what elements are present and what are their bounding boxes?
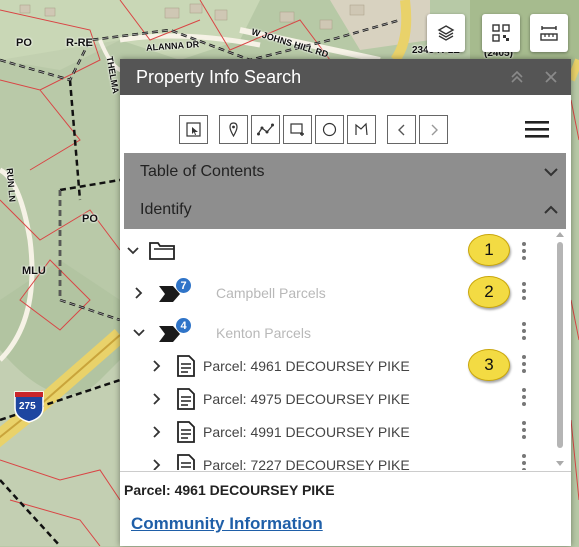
chevron-left-icon xyxy=(397,124,404,135)
chevron-right-icon[interactable] xyxy=(150,392,164,406)
parcel-label: Parcel: 4961 DECOURSEY PIKE xyxy=(203,358,410,374)
more-options-button[interactable] xyxy=(521,454,527,470)
extent-tool-button[interactable] xyxy=(283,115,312,144)
tree-scrollbar[interactable] xyxy=(554,230,566,470)
polygon-icon xyxy=(355,122,368,136)
circle-icon xyxy=(322,122,337,137)
measure-icon xyxy=(540,26,558,41)
point-tool-button[interactable] xyxy=(219,115,248,144)
map-label: R-RE xyxy=(66,37,93,49)
scrollbar-thumb[interactable] xyxy=(557,242,563,448)
next-button[interactable] xyxy=(419,115,448,144)
double-chevron-up-icon xyxy=(511,70,523,83)
document-icon xyxy=(177,355,195,377)
map-label: MLU xyxy=(22,265,46,277)
callout-marker: 2 xyxy=(468,276,510,308)
chevron-right-icon[interactable] xyxy=(150,359,164,373)
scroll-up-arrow-icon[interactable] xyxy=(554,230,566,238)
hamburger-menu-icon[interactable] xyxy=(524,119,550,139)
more-options-button[interactable] xyxy=(521,388,527,410)
measure-button[interactable] xyxy=(530,14,568,52)
layers-button[interactable] xyxy=(427,14,465,52)
parcel-detail: Parcel: 4961 DECOURSEY PIKE Community In… xyxy=(120,471,571,547)
document-icon xyxy=(177,421,195,443)
callout-marker: 3 xyxy=(468,349,510,381)
document-icon xyxy=(177,388,195,410)
collapse-button[interactable] xyxy=(503,63,531,91)
previous-button[interactable] xyxy=(387,115,416,144)
accordion-label: Table of Contents xyxy=(140,163,265,180)
chevron-right-icon xyxy=(431,124,438,135)
parcel-label: Parcel: 7227 DECOURSEY PIKE xyxy=(203,457,410,470)
tree-layer-row[interactable]: 4 Kenton Parcels xyxy=(124,316,554,350)
community-information-link[interactable]: Community Information xyxy=(131,514,323,534)
polygon-tool-button[interactable] xyxy=(347,115,376,144)
parcel-label: Parcel: 4991 DECOURSEY PIKE xyxy=(203,424,410,440)
chevron-right-icon[interactable] xyxy=(150,458,164,470)
tree-parcel-row[interactable]: Parcel: 4975 DECOURSEY PIKE xyxy=(124,382,554,416)
panel-titlebar: Property Info Search xyxy=(120,59,571,95)
qr-code-button[interactable] xyxy=(482,14,520,52)
more-options-button[interactable] xyxy=(521,242,527,264)
accordion-table-of-contents[interactable]: Table of Contents xyxy=(124,153,566,191)
layer-label: Kenton Parcels xyxy=(216,325,311,341)
result-count-badge: 4 xyxy=(176,318,191,333)
select-tool-button[interactable] xyxy=(179,115,208,144)
accordion-label: Identify xyxy=(140,201,192,218)
tree-parcel-row[interactable]: Parcel: 7227 DECOURSEY PIKE xyxy=(124,448,554,470)
layer-label: Campbell Parcels xyxy=(216,285,326,301)
interstate-label: 275 xyxy=(19,401,36,412)
polyline-tool-button[interactable] xyxy=(251,115,280,144)
select-icon xyxy=(186,122,201,137)
tree-parcel-row[interactable]: Parcel: 4991 DECOURSEY PIKE xyxy=(124,415,554,449)
parcel-detail-title: Parcel: 4961 DECOURSEY PIKE xyxy=(124,482,335,498)
extent-icon xyxy=(290,123,304,136)
chevron-down-icon[interactable] xyxy=(132,326,146,340)
point-icon xyxy=(229,122,238,137)
panel-title: Property Info Search xyxy=(136,66,302,87)
accordion-identify[interactable]: Identify xyxy=(124,191,566,229)
qr-code-icon xyxy=(492,24,510,42)
more-options-button[interactable] xyxy=(521,421,527,443)
callout-marker: 1 xyxy=(468,234,510,266)
close-button[interactable] xyxy=(537,63,565,91)
chevron-right-icon[interactable] xyxy=(150,425,164,439)
chevron-down-icon xyxy=(536,167,566,177)
more-options-button[interactable] xyxy=(521,322,527,344)
identify-results-tree: 7 Campbell Parcels 4 Kenton Parcels Parc… xyxy=(124,230,566,470)
chevron-up-icon xyxy=(536,205,566,215)
parcel-label: Parcel: 4975 DECOURSEY PIKE xyxy=(203,391,410,407)
folder-icon xyxy=(149,242,175,260)
map-label: PO xyxy=(82,213,98,225)
circle-tool-button[interactable] xyxy=(315,115,344,144)
more-options-button[interactable] xyxy=(521,355,527,377)
close-icon xyxy=(545,71,557,83)
polyline-icon xyxy=(257,123,274,136)
document-icon xyxy=(177,454,195,470)
property-info-panel: Property Info Search Table of Contents I… xyxy=(120,59,571,546)
chevron-down-icon[interactable] xyxy=(126,244,140,258)
result-count-badge: 7 xyxy=(176,278,191,293)
scroll-down-arrow-icon[interactable] xyxy=(554,460,566,468)
map-label: PO xyxy=(16,37,32,49)
more-options-button[interactable] xyxy=(521,282,527,304)
chevron-right-icon[interactable] xyxy=(132,286,146,300)
layers-icon xyxy=(437,25,455,41)
